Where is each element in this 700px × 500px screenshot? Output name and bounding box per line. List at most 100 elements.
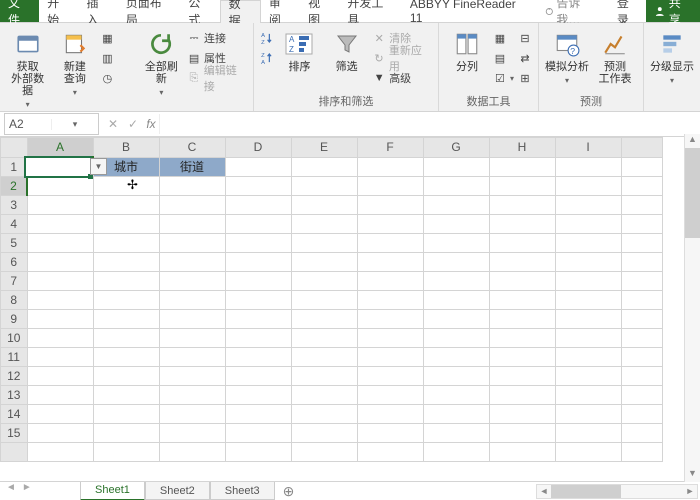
svg-text:Z: Z [289, 45, 294, 54]
properties-icon: ▤ [187, 51, 201, 65]
get-external-data-button[interactable]: 获取 外部数据▾ [6, 25, 49, 111]
refresh-all-button[interactable]: 全部刷新▾ [140, 25, 183, 99]
accept-formula-button[interactable]: ✓ [123, 117, 143, 131]
col-header-C[interactable]: C [159, 138, 225, 158]
col-header-E[interactable]: E [291, 138, 357, 158]
manage-model-button[interactable]: ⊞ [518, 69, 532, 87]
col-header-G[interactable]: G [423, 138, 489, 158]
reapply-button[interactable]: ↻重新应用 [372, 49, 432, 67]
add-sheet-button[interactable]: ⊕ [275, 483, 303, 500]
sheet-tab[interactable]: Sheet1 [80, 482, 145, 500]
svg-text:A: A [261, 33, 265, 39]
text-to-columns-button[interactable]: 分列 [445, 25, 489, 73]
reapply-icon: ↻ [372, 51, 386, 65]
tab-review[interactable]: 审阅 [261, 0, 300, 22]
horizontal-scrollbar[interactable]: ◄ ► [536, 484, 698, 499]
recent-sources-button[interactable]: ◷ [100, 69, 135, 87]
connections-button[interactable]: ⎓连接 [187, 29, 247, 47]
row-header[interactable]: 14 [1, 405, 28, 424]
tab-data[interactable]: 数据 [220, 0, 261, 23]
row-header[interactable]: 3 [1, 196, 28, 215]
scroll-left-icon[interactable]: ◄ [537, 486, 551, 496]
name-box-dropdown[interactable]: ▾ [51, 119, 98, 130]
row-header[interactable]: 12 [1, 367, 28, 386]
tab-abbyy[interactable]: ABBYY FineReader 11 [402, 0, 536, 22]
consolidate-button[interactable]: ⊟ [518, 29, 532, 47]
tab-home[interactable]: 开始 [39, 0, 78, 22]
scroll-down-icon[interactable]: ▼ [688, 468, 697, 482]
group-forecast: ? 模拟分析▾ 预测 工作表 预测 [539, 23, 644, 111]
new-query-button[interactable]: 新建 查询▾ [53, 25, 96, 99]
show-queries-button[interactable]: ▦ [100, 29, 135, 47]
cell-reference: A2 [5, 117, 51, 131]
fx-button[interactable]: fx [143, 117, 159, 131]
tab-insert[interactable]: 插入 [79, 0, 118, 22]
select-all-corner[interactable] [1, 138, 28, 158]
scroll-thumb[interactable] [551, 485, 621, 498]
row-header[interactable]: 2 [1, 177, 28, 196]
row-header[interactable]: 8 [1, 291, 28, 310]
row-header[interactable]: 13 [1, 386, 28, 405]
col-header-D[interactable]: D [225, 138, 291, 158]
outline-button[interactable]: 分级显示▾ [650, 25, 694, 87]
row-header[interactable]: 11 [1, 348, 28, 367]
row-header[interactable]: 5 [1, 234, 28, 253]
cell-dropdown-button[interactable]: ▼ [90, 158, 107, 175]
outline-icon [657, 29, 687, 59]
row-header[interactable]: 9 [1, 310, 28, 329]
cancel-formula-button[interactable]: ✕ [103, 117, 123, 131]
row-header[interactable]: 15 [1, 424, 28, 443]
advanced-filter-button[interactable]: ▼高级 [372, 69, 432, 87]
col-header-I[interactable]: I [555, 138, 621, 158]
formula-input[interactable] [159, 114, 700, 134]
spreadsheet-grid[interactable]: A B C D E F G H I 1 省份 城市 街道 2 3 4 5 6 7 [0, 137, 700, 481]
row-header[interactable]: 4 [1, 215, 28, 234]
filter-button[interactable]: 筛选 [325, 25, 368, 73]
sort-asc-button[interactable]: AZ [260, 29, 274, 47]
tab-formula[interactable]: 公式 [180, 0, 219, 22]
col-header-A[interactable]: A [27, 138, 93, 158]
sort-button[interactable]: AZ 排序 [278, 25, 321, 73]
tab-view[interactable]: 视图 [300, 0, 339, 22]
whatif-button[interactable]: ? 模拟分析▾ [545, 25, 589, 87]
col-header-H[interactable]: H [489, 138, 555, 158]
vertical-scrollbar[interactable]: ▲ ▼ [684, 134, 700, 482]
sort-desc-button[interactable]: ZA [260, 49, 274, 67]
sort-asc-icon: AZ [260, 31, 274, 45]
tab-layout[interactable]: 页面布局 [118, 0, 181, 22]
sheet-tab[interactable]: Sheet3 [210, 482, 275, 500]
sheet-nav[interactable]: ◄► [0, 482, 38, 493]
name-box[interactable]: A2 ▾ [4, 113, 99, 135]
consolidate-icon: ⊟ [518, 31, 532, 45]
from-table-button[interactable]: ▥ [100, 49, 135, 67]
row-header[interactable]: 1 [1, 157, 28, 177]
flash-fill-button[interactable]: ▦ [493, 29, 514, 47]
share-button[interactable]: 共享 [646, 0, 700, 22]
cell[interactable]: 街道 [159, 157, 225, 177]
scroll-thumb[interactable] [685, 148, 700, 238]
svg-text:Z: Z [261, 40, 265, 45]
data-validation-button[interactable]: ☑▾ [493, 69, 514, 87]
group-sort-filter: AZ ZA AZ 排序 筛选 ✕清除 ↻重新应用 ▼高级 排序和筛选 [254, 23, 439, 111]
sort-icon: AZ [284, 29, 314, 59]
row-header[interactable]: 7 [1, 272, 28, 291]
cell[interactable]: 省份 [27, 157, 93, 177]
tab-file[interactable]: 文件 [0, 0, 39, 22]
forecast-sheet-button[interactable]: 预测 工作表 [593, 25, 637, 85]
tell-me[interactable]: 告诉我… [536, 0, 611, 22]
scroll-right-icon[interactable]: ► [683, 486, 697, 496]
sheet-tab[interactable]: Sheet2 [145, 482, 210, 500]
edit-links-button[interactable]: ⎘编辑链接 [187, 69, 247, 87]
relationships-button[interactable]: ⇄ [518, 49, 532, 67]
row-header[interactable]: 10 [1, 329, 28, 348]
scroll-up-icon[interactable]: ▲ [688, 134, 697, 148]
formula-bar: A2 ▾ ✕ ✓ fx [0, 112, 700, 137]
row-header[interactable]: 6 [1, 253, 28, 272]
tab-dev[interactable]: 开发工具 [339, 0, 402, 22]
login-button[interactable]: 登录 [611, 0, 646, 22]
remove-dup-button[interactable]: ▤ [493, 49, 514, 67]
col-header-F[interactable]: F [357, 138, 423, 158]
col-header-B[interactable]: B [93, 138, 159, 158]
row-header[interactable] [1, 443, 28, 462]
links-icon: ⎘ [187, 71, 201, 85]
